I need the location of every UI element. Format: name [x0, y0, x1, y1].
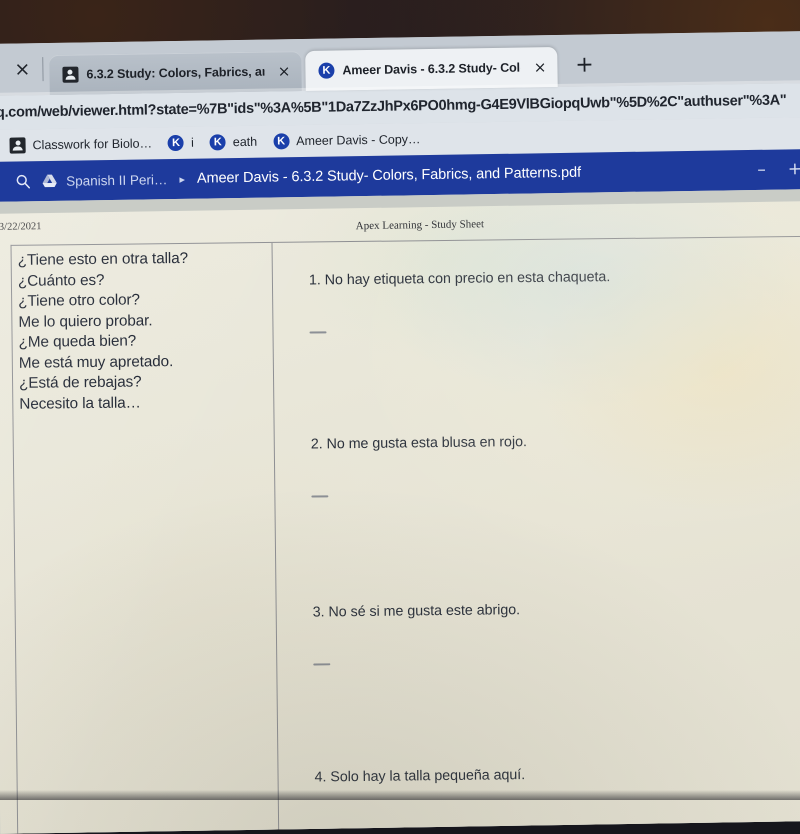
question-body: No me gusta esta blusa en rojo.: [326, 434, 527, 453]
phrase-line: ¿Está de rebajas?: [18, 373, 142, 392]
pdf-viewer-area[interactable]: 3/22/2021 Apex Learning - Study Sheet ¿T…: [0, 188, 800, 834]
question-body: No sé si me gusta este abrigo.: [328, 602, 521, 621]
question-item-1: 1. No hay etiqueta con precio en esta ch…: [309, 267, 800, 334]
new-tab-button[interactable]: +: [557, 52, 610, 87]
question-number: 3.: [312, 604, 325, 621]
close-icon[interactable]: ×: [278, 62, 291, 80]
question-number: 2.: [310, 436, 323, 453]
tab-ameer-davis-study[interactable]: K Ameer Davis - 6.3.2 Study- Color ×: [305, 47, 558, 91]
question-text: 1. No hay etiqueta con precio en esta ch…: [308, 267, 800, 289]
phrase-line: Me está muy apretado.: [18, 352, 174, 372]
zoom-out-button[interactable]: –: [757, 159, 766, 179]
answer-blank[interactable]: [313, 663, 331, 666]
question-item-3: 3. No sé si me gusta este abrigo.: [313, 599, 800, 666]
kami-icon: K: [318, 62, 335, 79]
google-classroom-icon: [9, 137, 26, 154]
question-number: 1.: [308, 272, 321, 289]
phrase-line: Me lo quiero probar.: [18, 311, 153, 331]
pdf-page: 3/22/2021 Apex Learning - Study Sheet ¿T…: [0, 200, 800, 834]
bookmark-ameer-davis-copy[interactable]: K Ameer Davis - Copy…: [273, 131, 421, 150]
zoom-controls: – +: [757, 159, 800, 180]
bookmark-label: eath: [232, 134, 258, 150]
question-item-2: 2. No me gusta esta blusa en rojo.: [311, 431, 800, 498]
phrase-line: Necesito la talla…: [19, 393, 141, 413]
chevron-right-icon: ▸: [179, 172, 186, 186]
breadcrumb-folder[interactable]: Spanish II Peri…: [66, 172, 168, 189]
bookmark-classwork-for-biology[interactable]: Classwork for Biolo…: [9, 135, 153, 154]
zoom-in-button[interactable]: +: [788, 159, 800, 179]
url-input[interactable]: mihq.com/web/viewer.html?state=%7B"ids"%…: [0, 92, 787, 121]
phrase-bank-cell: ¿Tiene esto en otra talla? ¿Cuánto es? ¿…: [11, 242, 280, 834]
answer-blank[interactable]: [311, 495, 329, 498]
kami-icon: K: [167, 134, 185, 152]
close-icon[interactable]: ×: [534, 58, 547, 76]
kami-icon: K: [209, 134, 226, 151]
kami-icon: K: [273, 133, 290, 150]
google-classroom-icon: [62, 66, 79, 83]
question-body: No hay etiqueta con precio en esta chaqu…: [324, 269, 611, 289]
bookmark-i[interactable]: K i: [167, 134, 194, 152]
tab-study-colors-fabrics[interactable]: 6.3.2 Study: Colors, Fabrics, and ×: [49, 51, 302, 96]
document-header: Apex Learning - Study Sheet: [355, 218, 485, 233]
tab-divider: [42, 57, 44, 82]
question-body: Solo hay la talla pequeña aquí.: [330, 767, 526, 786]
google-drive-icon[interactable]: [36, 174, 62, 188]
study-sheet-table: ¿Tiene esto en otra talla? ¿Cuánto es? ¿…: [10, 235, 800, 834]
question-number: 4.: [314, 769, 327, 786]
phrase-line: ¿Cuánto es?: [17, 271, 105, 290]
browser-window: × 6.3.2 Study: Colors, Fabrics, and × K …: [0, 30, 800, 834]
bookmark-eath[interactable]: K eath: [209, 134, 258, 151]
tab-title: 6.3.2 Study: Colors, Fabrics, and: [86, 64, 265, 82]
phrase-line: ¿Tiene esto en otra talla?: [17, 249, 189, 269]
close-icon[interactable]: ×: [8, 58, 42, 96]
phrase-line: ¿Me queda bien?: [18, 332, 137, 351]
answers-cell: 1. No hay etiqueta con precio en esta ch…: [273, 237, 800, 834]
bookmark-label: i: [190, 135, 194, 150]
bookmark-label: Ameer Davis - Copy…: [296, 132, 421, 149]
phrase-line: ¿Tiene otro color?: [18, 291, 141, 310]
photo-background: × 6.3.2 Study: Colors, Fabrics, and × K …: [0, 0, 800, 834]
bookmark-label: Classwork for Biolo…: [32, 136, 153, 153]
pdf-document-title: Ameer Davis - 6.3.2 Study- Colors, Fabri…: [196, 164, 582, 187]
answer-blank[interactable]: [309, 331, 327, 334]
search-icon[interactable]: [10, 173, 36, 189]
tab-title: Ameer Davis - 6.3.2 Study- Color: [342, 60, 521, 78]
